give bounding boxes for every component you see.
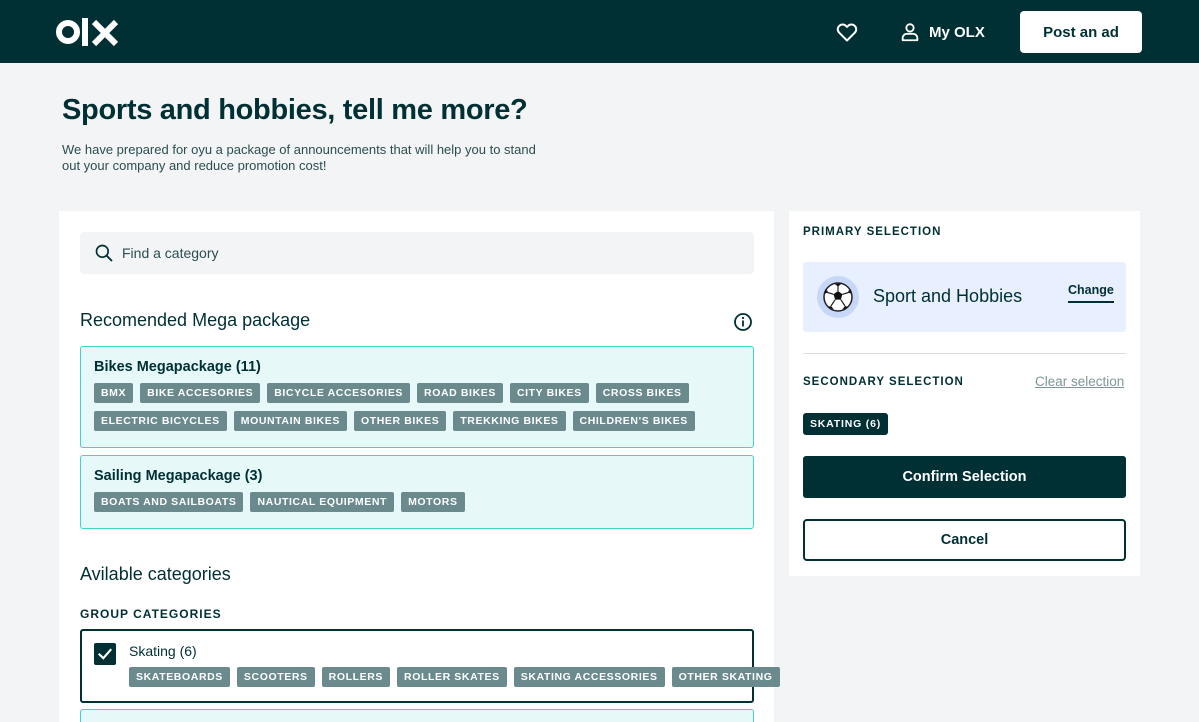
category-tag: NAUTICAL EQUIPMENT bbox=[250, 492, 395, 512]
group-item-skating[interactable]: Skating (6) SKATEBOARDS SCOOTERS ROLLERS RO… bbox=[80, 629, 780, 703]
category-tag: CROSS BIKES bbox=[595, 383, 689, 403]
category-tag: MOTORS bbox=[401, 492, 465, 512]
category-tag: ROLLERS bbox=[321, 667, 391, 687]
my-olx-link[interactable]: My OLX bbox=[899, 19, 985, 45]
olx-logo[interactable] bbox=[56, 16, 120, 48]
my-olx-label: My OLX bbox=[929, 23, 985, 41]
package-title: Sailing Megapackage (3) bbox=[94, 468, 263, 484]
package-tags: BMX BIKE ACCESORIES BICYCLE ACCESORIES ROAD… bbox=[94, 383, 740, 431]
category-tag: SKATEBOARDS bbox=[129, 667, 230, 687]
search-icon bbox=[95, 244, 113, 262]
primary-category-name: Sport and Hobbies bbox=[873, 286, 1023, 306]
category-tag: ROLLER SKATES bbox=[397, 667, 507, 687]
divider bbox=[803, 353, 1126, 354]
category-tag: ROAD BIKES bbox=[417, 383, 503, 403]
top-navigation-bar: My OLX Post an ad bbox=[0, 0, 1199, 63]
skating-checkbox[interactable] bbox=[94, 643, 116, 665]
category-tag: BIKE ACCESORIES bbox=[140, 383, 261, 403]
category-tag: CITY BIKES bbox=[509, 383, 589, 403]
category-tag: SKATING ACCESSORIES bbox=[513, 667, 665, 687]
category-tag: BOATS AND SAILBOATS bbox=[94, 492, 244, 512]
category-tag: ELECTRIC BICYCLES bbox=[94, 411, 227, 431]
group-item-next[interactable] bbox=[80, 709, 754, 722]
post-an-ad-button[interactable]: Post an ad bbox=[1020, 11, 1142, 53]
category-picker-panel: Recomended Mega package Bikes Megapackag… bbox=[59, 211, 780, 722]
selection-panel: PRIMARY SELECTION Sport and Hobbies Chan… bbox=[789, 211, 1140, 576]
package-tags: BOATS AND SAILBOATS NAUTICAL EQUIPMENT MOT… bbox=[94, 492, 740, 512]
secondary-selection-label: SECONDARY SELECTION bbox=[803, 376, 964, 388]
category-search[interactable] bbox=[80, 232, 754, 274]
package-title: Bikes Megapackage (11) bbox=[94, 359, 261, 375]
category-tag: MOUNTAIN BIKES bbox=[233, 411, 347, 431]
cancel-button[interactable]: Cancel bbox=[803, 519, 1126, 561]
user-icon bbox=[901, 23, 919, 42]
heart-icon[interactable] bbox=[835, 20, 859, 44]
confirm-selection-button[interactable]: Confirm Selection bbox=[803, 456, 1126, 498]
page-title: Sports and hobbies, tell me more? bbox=[62, 94, 528, 126]
change-link[interactable]: Change bbox=[1068, 283, 1114, 303]
category-tag: TREKKING BIKES bbox=[453, 411, 566, 431]
group-tags: SKATEBOARDS SCOOTERS ROLLERS ROLLER SKATES S… bbox=[129, 667, 780, 687]
available-title: Avilable categories bbox=[80, 564, 231, 584]
group-name: Skating (6) bbox=[129, 643, 197, 659]
category-tag: BICYCLE ACCESORIES bbox=[267, 383, 411, 403]
recommended-title: Recomended Mega package bbox=[80, 310, 311, 330]
category-tag: SCOOTERS bbox=[236, 667, 315, 687]
category-tag: BMX bbox=[94, 383, 134, 403]
primary-selection-card: Sport and Hobbies Change bbox=[803, 262, 1126, 332]
category-tag: OTHER SKATING bbox=[671, 667, 780, 687]
search-input[interactable] bbox=[122, 245, 722, 261]
check-icon bbox=[97, 648, 113, 660]
primary-selection-label: PRIMARY SELECTION bbox=[803, 226, 942, 238]
category-tag: CHILDREN'S BIKES bbox=[572, 411, 695, 431]
group-categories-label: GROUP CATEGORIES bbox=[80, 607, 222, 621]
package-card-bikes[interactable]: Bikes Megapackage (11) BMX BIKE ACCESORIE… bbox=[80, 346, 754, 448]
info-icon[interactable] bbox=[733, 312, 753, 332]
soccer-ball-icon bbox=[817, 276, 859, 318]
clear-selection-link[interactable]: Clear selection bbox=[1035, 374, 1124, 389]
page-subtitle: We have prepared for oyu a package of an… bbox=[62, 142, 536, 173]
category-tag: OTHER BIKES bbox=[353, 411, 447, 431]
selected-category-chip[interactable]: SKATING (6) bbox=[803, 413, 889, 435]
package-card-sailing[interactable]: Sailing Megapackage (3) BOATS AND SAILBO… bbox=[80, 455, 754, 529]
